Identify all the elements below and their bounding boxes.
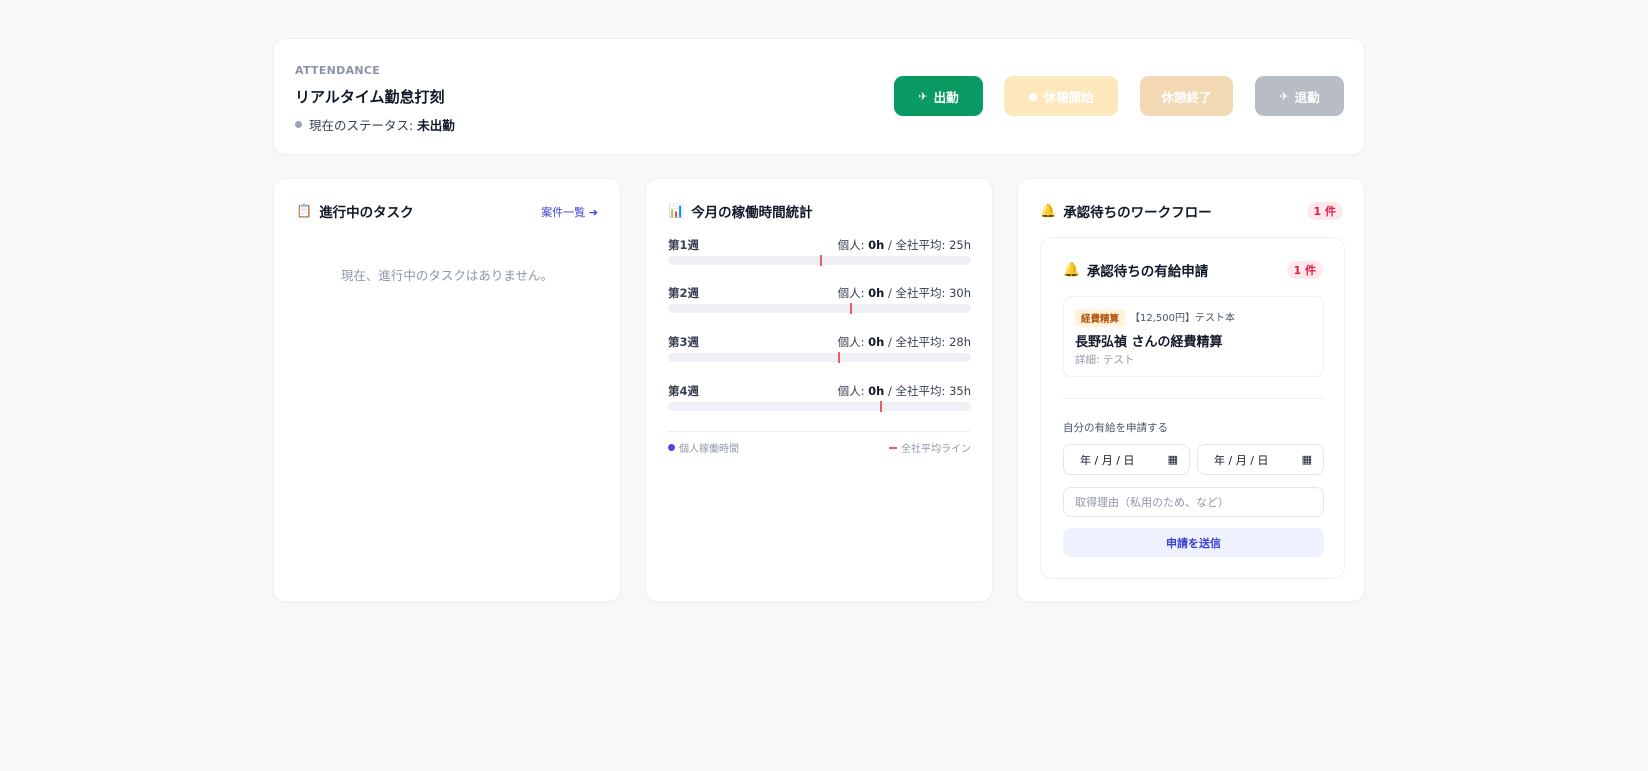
- clipboard-icon: 📋: [296, 203, 313, 219]
- tasks-empty-message: 現在、進行中のタスクはありません。: [340, 268, 554, 283]
- start-date-field[interactable]: 年 / 月 / 日 ▦: [1063, 444, 1190, 475]
- workflow-card: 🔔 承認待ちのワークフロー 1 件 🔔 承認待ちの有給申請 1 件 経費精算 【…: [1017, 178, 1365, 602]
- week-track: [668, 352, 971, 363]
- leave-count-badge: 1 件: [1286, 261, 1323, 279]
- workflow-header: 🔔 承認待ちのワークフロー: [1040, 201, 1212, 222]
- calendar-icon: ▦: [1167, 453, 1178, 466]
- break-start-button[interactable]: ● 休憩開始: [1004, 76, 1118, 116]
- clock-in-button[interactable]: ✈ 出勤: [894, 76, 983, 116]
- week-label: 第4週: [668, 384, 700, 398]
- week-row: 第2週 個人: 0h / 全社平均: 30h: [668, 285, 971, 317]
- submit-button[interactable]: 申請を送信: [1063, 528, 1324, 557]
- attendance-eyebrow: ATTENDANCE: [295, 64, 381, 77]
- average-marker: [819, 255, 822, 266]
- tasks-header: 📋 進行中のタスク: [296, 201, 414, 222]
- workflow-title: 承認待ちのワークフロー: [1063, 205, 1212, 221]
- attendance-status: 現在のステータス: 未出勤: [295, 115, 455, 134]
- tasks-title: 進行中のタスク: [319, 205, 414, 221]
- clock-out-button[interactable]: ✈ 退勤: [1255, 76, 1344, 116]
- bell-icon: 🔔: [1040, 203, 1057, 219]
- week-row: 第4週 個人: 0h / 全社平均: 35h: [668, 383, 971, 415]
- bell-icon: 🔔: [1063, 262, 1080, 278]
- clock-in-label: 出勤: [933, 89, 959, 105]
- week-track: [668, 255, 971, 266]
- week-values: 個人: 0h / 全社平均: 30h: [837, 286, 971, 300]
- week-track: [668, 401, 971, 412]
- break-end-label: 休憩終了: [1161, 89, 1212, 105]
- attendance-card: ATTENDANCE リアルタイム勤怠打刻 現在のステータス: 未出勤 ✈ 出勤…: [273, 38, 1365, 155]
- start-date-value: 年 / 月 / 日: [1080, 453, 1135, 467]
- workflow-count-badge: 1 件: [1306, 202, 1343, 220]
- stats-legend: 個人稼働時間 全社平均ライン: [668, 431, 971, 455]
- bar-chart-icon: 📊: [668, 203, 685, 219]
- leave-title: 承認待ちの有給申請: [1086, 264, 1209, 280]
- week-label: 第3週: [668, 335, 700, 349]
- week-values: 個人: 0h / 全社平均: 35h: [837, 384, 971, 398]
- leave-form-label: 自分の有給を申請する: [1063, 422, 1168, 434]
- clock-out-label: 退勤: [1294, 89, 1320, 105]
- request-tag: 経費精算: [1075, 309, 1126, 327]
- legend-average: 全社平均ライン: [889, 440, 971, 455]
- week-row: 第1週 個人: 0h / 全社平均: 25h: [668, 237, 971, 269]
- divider: [1063, 398, 1324, 399]
- end-date-value: 年 / 月 / 日: [1214, 453, 1269, 467]
- leave-approval-panel: 🔔 承認待ちの有給申請 1 件 経費精算 【12,500円】テスト本 長野弘禎 …: [1040, 237, 1345, 579]
- leave-header: 🔔 承認待ちの有給申請: [1063, 260, 1208, 280]
- status-value: 未出勤: [417, 118, 455, 133]
- request-name: 長野弘禎 さんの経費精算: [1075, 335, 1223, 350]
- calendar-icon: ▦: [1301, 453, 1312, 466]
- request-amount: 【12,500円】テスト本: [1130, 313, 1235, 324]
- week-values: 個人: 0h / 全社平均: 25h: [837, 238, 971, 252]
- average-marker: [849, 303, 852, 314]
- week-label: 第1週: [668, 238, 700, 252]
- week-label: 第2週: [668, 286, 700, 300]
- request-item[interactable]: 経費精算 【12,500円】テスト本 長野弘禎 さんの経費精算 詳細: テスト: [1063, 296, 1324, 377]
- break-end-button[interactable]: 休憩終了: [1140, 76, 1233, 116]
- status-dot-icon: [295, 121, 302, 128]
- airplane-icon: ✈: [918, 89, 928, 103]
- reason-input[interactable]: 取得理由（私用のため、など）: [1063, 487, 1324, 517]
- stats-header: 📊 今月の稼働時間統計: [668, 201, 813, 222]
- airplane-landing-icon: ✈: [1279, 89, 1289, 103]
- average-marker: [837, 352, 840, 363]
- week-row: 第3週 個人: 0h / 全社平均: 28h: [668, 334, 971, 366]
- coffee-icon: ●: [1028, 89, 1038, 103]
- tasks-card: 📋 進行中のタスク 案件一覧 ➔ 現在、進行中のタスクはありません。: [273, 178, 621, 602]
- status-text: 現在のステータス: 未出勤: [309, 118, 455, 133]
- stats-title: 今月の稼働時間統計: [691, 205, 813, 221]
- week-values: 個人: 0h / 全社平均: 28h: [837, 335, 971, 349]
- average-marker: [880, 401, 883, 412]
- project-list-link[interactable]: 案件一覧 ➔: [541, 204, 598, 220]
- stats-card: 📊 今月の稼働時間統計 第1週 個人: 0h / 全社平均: 25h 第2週 個…: [645, 178, 993, 602]
- request-detail: 詳細: テスト: [1075, 354, 1135, 366]
- blue-dot-icon: [668, 444, 675, 451]
- attendance-title: リアルタイム勤怠打刻: [295, 88, 445, 106]
- red-line-icon: [889, 446, 897, 449]
- break-start-label: 休憩開始: [1043, 89, 1094, 105]
- legend-personal: 個人稼働時間: [668, 440, 739, 455]
- end-date-field[interactable]: 年 / 月 / 日 ▦: [1197, 444, 1324, 475]
- week-track: [668, 303, 971, 314]
